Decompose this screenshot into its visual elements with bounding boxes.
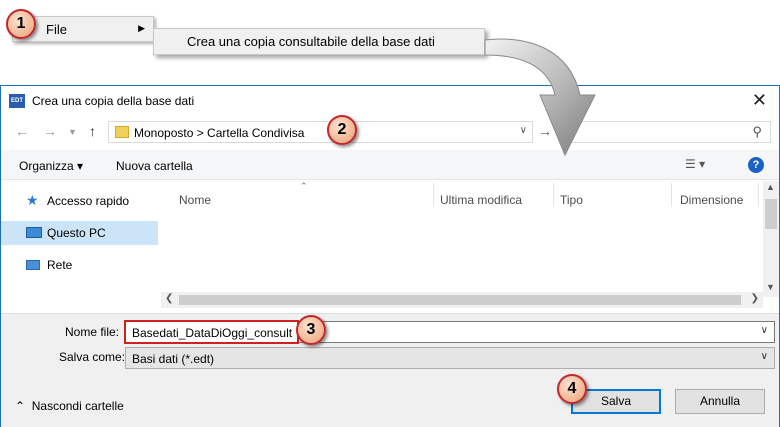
column-divider[interactable] [758,183,759,207]
step-4-callout: 4 [557,374,587,404]
view-options-icon[interactable]: ☰ ▾ [685,157,705,171]
file-name-field[interactable]: Basedati_DataDiOggi_consult ∨ [124,320,775,344]
star-icon: ★ [26,192,39,208]
scroll-up-icon[interactable]: ▲ [766,182,775,192]
file-name-label: Nome file: [65,325,120,339]
column-header-size[interactable]: Dimensione [680,193,743,207]
vertical-scrollbar[interactable]: ▲ ▼ [763,181,779,297]
sidebar-item-label: Accesso rapido [47,194,130,208]
dialog-footer: ⌃ Nascondi cartelle Salva Annulla [1,373,779,427]
address-bar[interactable]: Monoposto > Cartella Condivisa ∨ [108,121,533,143]
column-header-type[interactable]: Tipo [560,193,583,207]
sidebar-item-network[interactable]: Rete [1,253,158,277]
scroll-left-icon[interactable]: ❮ [165,293,173,304]
save-as-label: Salva come: [59,350,126,364]
close-icon[interactable]: ✕ [752,90,767,111]
file-type-value: Basi dati (*.edt) [132,352,215,366]
navigation-pane: ★ Accesso rapido Questo PC Rete [1,181,159,313]
chevron-down-icon[interactable]: ∨ [761,351,768,362]
submenu-item-label: Crea una copia consultabile della base d… [187,34,435,49]
scrollbar-thumb[interactable] [765,199,777,229]
sidebar-item-label: Rete [47,258,73,272]
sidebar-item-quick-access[interactable]: ★ Accesso rapido [1,189,158,213]
horizontal-scrollbar[interactable]: ❮ ❯ [161,292,763,308]
recent-locations-icon[interactable]: ▼ [68,127,77,137]
scrollbar-thumb[interactable] [179,295,741,305]
submenu-copy-database[interactable]: Crea una copia consultabile della base d… [153,28,485,55]
step-3-callout: 3 [296,315,326,345]
cancel-button[interactable]: Annulla [675,389,765,414]
hide-folders-button[interactable]: ⌃ Nascondi cartelle [15,399,124,413]
column-divider[interactable] [671,183,672,207]
search-icon: ⚲ [752,124,762,139]
chevron-down-icon[interactable]: ∨ [761,325,768,336]
save-dialog: EDT Crea una copia della base dati ✕ ← →… [0,85,780,427]
step-2-callout: 2 [327,115,357,145]
sort-ascending-icon: ⌃ [300,181,308,191]
folder-icon [115,126,129,138]
column-divider[interactable] [553,183,554,207]
dialog-title: Crea una copia della base dati [32,94,195,108]
step-1-callout: 1 [6,9,36,39]
dialog-toolbar: Organizza ▾ Nuova cartella ☰ ▾ ? [1,150,779,180]
file-type-select[interactable]: Basi dati (*.edt) ∨ [125,347,775,369]
save-form: Nome file: Basedati_DataDiOggi_consult ∨… [1,313,779,373]
new-folder-button[interactable]: Nuova cartella [116,159,193,173]
curved-arrow-icon [484,38,596,157]
dialog-titlebar: EDT Crea una copia della base dati ✕ [1,86,779,116]
file-menu-label: File [46,22,67,37]
navigation-bar: ← → ▼ ↑ Monoposto > Cartella Condivisa ∨… [1,118,779,146]
column-header-name[interactable]: Nome [179,193,211,207]
sidebar-item-label: Questo PC [47,226,106,240]
column-header-modified[interactable]: Ultima modifica [440,193,522,207]
address-path: Monoposto > Cartella Condivisa [134,126,305,140]
scroll-right-icon[interactable]: ❯ [751,293,759,304]
file-name-value: Basedati_DataDiOggi_consult [132,326,293,340]
help-icon[interactable]: ? [748,157,764,173]
column-divider[interactable] [433,183,434,207]
forward-arrow-icon[interactable]: → [43,123,57,139]
sidebar-item-this-pc[interactable]: Questo PC [1,221,158,245]
computer-icon [26,227,42,238]
up-arrow-icon[interactable]: ↑ [89,123,96,139]
scroll-down-icon[interactable]: ▼ [766,282,775,292]
hide-folders-label: Nascondi cartelle [31,399,124,413]
chevron-right-icon: ▶ [138,23,145,33]
network-icon [26,260,40,270]
back-arrow-icon[interactable]: ← [15,123,29,139]
organize-button[interactable]: Organizza ▾ [19,159,83,173]
app-icon: EDT [9,94,25,108]
